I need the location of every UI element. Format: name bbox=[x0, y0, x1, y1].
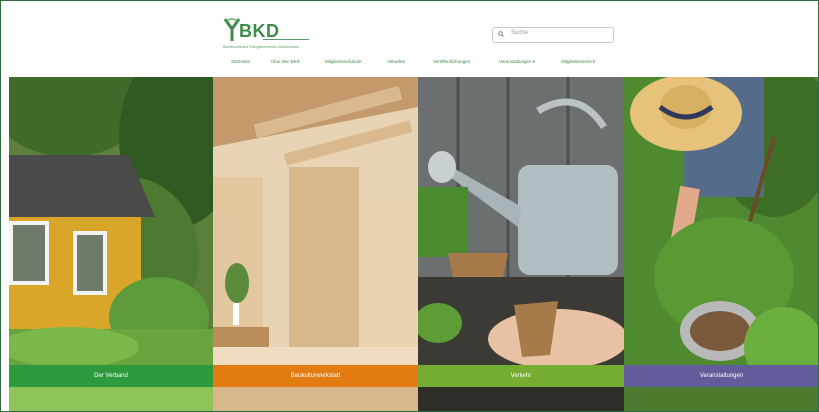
nav-item-mitgliedsverbaende[interactable]: Mitgliedsverbände bbox=[325, 59, 362, 64]
gardener-image bbox=[624, 77, 818, 411]
panel-bottom-strip bbox=[9, 387, 213, 411]
panel-veranstaltungen[interactable]: Veranstaltungen bbox=[624, 77, 818, 411]
search-input[interactable]: Suche bbox=[492, 27, 614, 43]
panel-label-verkehr[interactable]: Verkehr bbox=[418, 365, 624, 387]
main-navigation: Startseite Über den BKD Mitgliedsverbänd… bbox=[227, 59, 609, 69]
nav-item-veroeffentlichungen[interactable]: Veröffentlichungen bbox=[433, 59, 470, 64]
wooden-interior-image bbox=[213, 77, 418, 411]
site-header: BKD Bundesverband Kleingartenwesen Deuts… bbox=[1, 1, 818, 77]
search-placeholder: Suche bbox=[511, 30, 529, 36]
feature-panels: Der Verband Baukulturwerkstatt Verkehr V… bbox=[9, 77, 818, 411]
bkd-logo[interactable]: BKD Bundesverband Kleingartenwesen Deuts… bbox=[223, 17, 315, 51]
panel-label-baukulturwerkstatt[interactable]: Baukulturwerkstatt bbox=[213, 365, 418, 387]
nav-item-startseite[interactable]: Startseite bbox=[231, 59, 250, 64]
panel-verkehr[interactable]: Verkehr bbox=[418, 77, 624, 411]
panel-label-veranstaltungen[interactable]: Veranstaltungen bbox=[624, 365, 818, 387]
panel-bottom-strip bbox=[213, 387, 418, 411]
garden-shed-image bbox=[9, 77, 213, 411]
browser-frame: BKD Bundesverband Kleingartenwesen Deuts… bbox=[0, 0, 819, 412]
brand-tagline: Bundesverband Kleingartenwesen Deutschla… bbox=[223, 45, 299, 49]
nav-item-veranstaltungen[interactable]: Veranstaltungen ▾ bbox=[499, 59, 535, 65]
panel-label-der-verband[interactable]: Der Verband bbox=[9, 365, 213, 387]
panel-der-verband[interactable]: Der Verband bbox=[9, 77, 213, 411]
panel-baukulturwerkstatt[interactable]: Baukulturwerkstatt bbox=[213, 77, 418, 411]
nav-item-aktuelles[interactable]: Aktuelles bbox=[387, 59, 405, 64]
nav-item-mitgliederbereich[interactable]: Mitgliederbereich bbox=[561, 59, 595, 64]
panel-bottom-strip bbox=[624, 387, 818, 411]
logo-underline bbox=[263, 39, 309, 40]
panel-bottom-strip bbox=[418, 387, 624, 411]
watering-can-image bbox=[418, 77, 624, 411]
nav-item-ueber-den-bkd[interactable]: Über den BKD bbox=[271, 59, 300, 64]
search-icon bbox=[498, 31, 504, 37]
